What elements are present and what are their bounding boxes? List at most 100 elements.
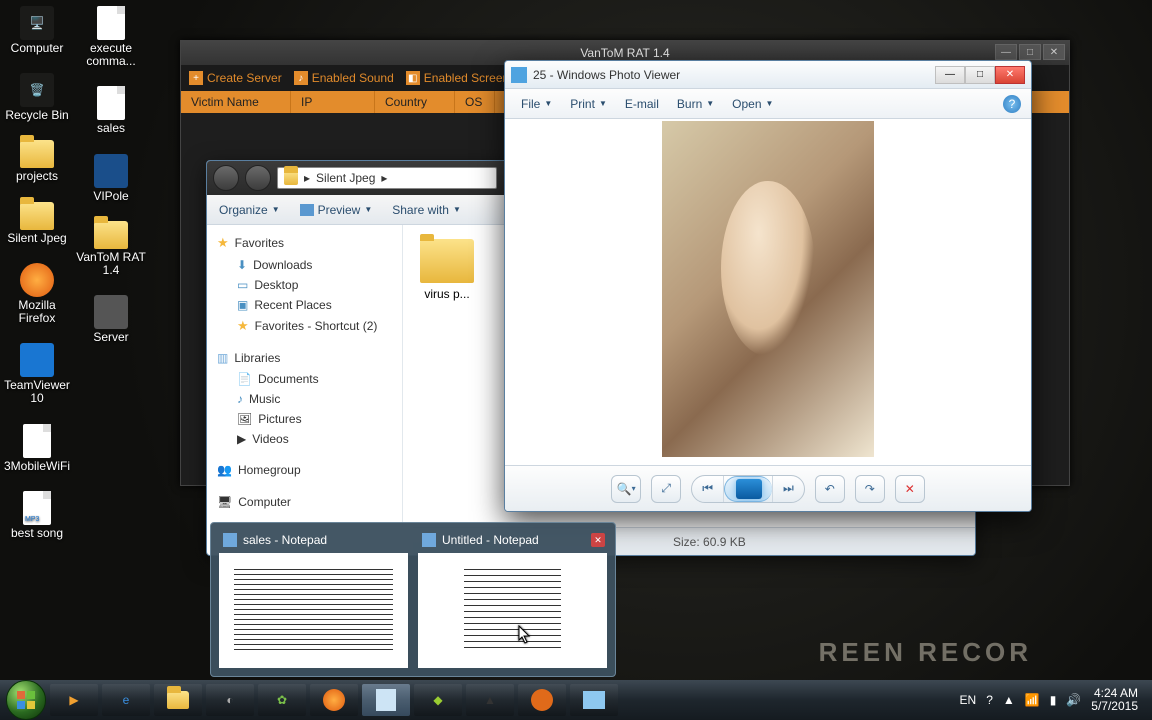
rat-title-text: VanToM RAT 1.4 <box>580 46 669 60</box>
file-item-virus[interactable]: virus p... <box>417 239 477 301</box>
actual-size-button[interactable]: ⤢ <box>651 475 681 503</box>
sidebar-item-videos[interactable]: ▶Videos <box>207 429 402 449</box>
maximize-button[interactable]: □ <box>965 66 995 84</box>
sidebar-item-documents[interactable]: 📄Documents <box>207 369 402 389</box>
sidebar-homegroup-header[interactable]: 👥Homegroup <box>207 459 402 481</box>
thumb-sales-notepad[interactable]: sales - Notepad <box>219 531 408 668</box>
taskbar[interactable]: ▶ e ◐ ✿ ◆ ▲ EN ? ▲ 📶 ▮ 🔊 4:24 AM5/7/2015 <box>0 680 1152 720</box>
flag-icon[interactable]: ▲ <box>1003 693 1015 707</box>
desktop-icon-recyclebin[interactable]: 🗑️Recycle Bin <box>2 73 72 122</box>
monitor-icon: 🖥 <box>217 495 232 509</box>
taskbar-app4[interactable]: ▲ <box>466 684 514 716</box>
taskbar-app5[interactable] <box>518 684 566 716</box>
taskbar-app3[interactable]: ◆ <box>414 684 462 716</box>
rat-col-ip[interactable]: IP <box>291 91 375 113</box>
nav-forward-button[interactable] <box>245 165 271 191</box>
sidebar-item-recent[interactable]: ▣Recent Places <box>207 295 402 315</box>
taskbar-notepad[interactable] <box>362 684 410 716</box>
rat-minimize-button[interactable]: — <box>995 44 1017 60</box>
slideshow-button[interactable] <box>724 476 773 502</box>
menu-burn[interactable]: Burn▼ <box>671 95 720 113</box>
desktop-icon-teamviewer[interactable]: TeamViewer 10 <box>2 343 72 405</box>
preview-menu[interactable]: Preview▼ <box>300 203 373 217</box>
explorer-sidebar[interactable]: ★Favorites ⬇Downloads ▭Desktop ▣Recent P… <box>207 225 403 527</box>
network-icon[interactable]: 📶 <box>1025 693 1040 707</box>
photo-titlebar[interactable]: 25 - Windows Photo Viewer — □ ✕ <box>505 61 1031 89</box>
desktop-icon-server[interactable]: Server <box>76 295 146 344</box>
file-icon <box>97 86 125 120</box>
system-tray[interactable]: EN ? ▲ 📶 ▮ 🔊 4:24 AM5/7/2015 <box>960 687 1146 713</box>
clock[interactable]: 4:24 AM5/7/2015 <box>1091 687 1138 713</box>
battery-icon[interactable]: ▮ <box>1050 693 1057 707</box>
taskbar-app1[interactable]: ◐ <box>206 684 254 716</box>
taskbar-app2[interactable]: ✿ <box>258 684 306 716</box>
thumb-untitled-notepad[interactable]: Untitled - Notepad✕ <box>418 531 607 668</box>
rat-col-country[interactable]: Country <box>375 91 455 113</box>
help-tray-icon[interactable]: ? <box>986 693 993 707</box>
menu-file[interactable]: File▼ <box>515 95 558 113</box>
menu-open[interactable]: Open▼ <box>726 95 779 113</box>
desktop-icon-vipole[interactable]: VIPole <box>76 154 146 203</box>
desktop-icon-3mobilewifi[interactable]: 3MobileWiFi <box>2 424 72 473</box>
sidebar-libraries-header[interactable]: ▥Libraries <box>207 347 402 369</box>
delete-button[interactable]: ✕ <box>895 475 925 503</box>
desktop-icon-execute[interactable]: execute comma... <box>76 6 146 68</box>
zoom-button[interactable]: 🔍▾ <box>611 475 641 503</box>
sidebar-computer-header[interactable]: 🖥Computer <box>207 491 402 513</box>
thumbnail-content <box>219 553 408 668</box>
nav-back-button[interactable] <box>213 165 239 191</box>
photo-canvas[interactable] <box>505 119 1031 465</box>
close-button[interactable]: ✕ <box>995 66 1025 84</box>
rat-create-server[interactable]: +Create Server <box>189 71 282 85</box>
breadcrumb[interactable]: ▸ Silent Jpeg ▸ <box>277 167 497 189</box>
rotate-cw-button[interactable]: ↷ <box>855 475 885 503</box>
sidebar-item-desktop[interactable]: ▭Desktop <box>207 275 402 295</box>
help-button[interactable]: ? <box>1003 95 1021 113</box>
close-icon[interactable]: ✕ <box>591 533 605 547</box>
rat-maximize-button[interactable]: □ <box>1019 44 1041 60</box>
menu-print[interactable]: Print▼ <box>564 95 613 113</box>
desktop-icon-sales[interactable]: sales <box>76 86 146 135</box>
minimize-button[interactable]: — <box>935 66 965 84</box>
desktop-icon-firefox[interactable]: Mozilla Firefox <box>2 263 72 325</box>
thumbnail-content <box>418 553 607 668</box>
taskbar-firefox[interactable] <box>310 684 358 716</box>
sidebar-item-pictures[interactable]: 🖼Pictures <box>207 409 402 429</box>
desktop-icon-silentjpeg[interactable]: Silent Jpeg <box>2 202 72 245</box>
star-icon: ★ <box>237 318 249 334</box>
folder-icon <box>420 239 474 283</box>
start-button[interactable] <box>6 680 46 720</box>
rat-close-button[interactable]: ✕ <box>1043 44 1065 60</box>
sidebar-item-favshortcut[interactable]: ★Favorites - Shortcut (2) <box>207 315 402 337</box>
desktop-icon-vantom[interactable]: VanToM RAT 1.4 <box>76 221 146 277</box>
volume-icon[interactable]: 🔊 <box>1066 693 1081 707</box>
taskbar-wmp[interactable]: ▶ <box>50 684 98 716</box>
lang-indicator[interactable]: EN <box>960 693 977 707</box>
notepad-icon <box>223 533 237 547</box>
menu-email[interactable]: E-mail <box>619 95 665 113</box>
next-button[interactable]: ⏭ <box>773 476 804 502</box>
taskbar-preview[interactable]: sales - Notepad Untitled - Notepad✕ <box>210 522 616 677</box>
circle-icon <box>531 689 553 711</box>
monitor-icon: 🖥️ <box>20 6 54 40</box>
app-icon <box>23 424 51 458</box>
sidebar-favorites-header[interactable]: ★Favorites <box>207 231 402 255</box>
photo-viewer-window[interactable]: 25 - Windows Photo Viewer — □ ✕ File▼ Pr… <box>504 60 1032 512</box>
taskbar-photoviewer[interactable] <box>570 684 618 716</box>
sidebar-item-music[interactable]: ♪Music <box>207 389 402 409</box>
taskbar-ie[interactable]: e <box>102 684 150 716</box>
desktop-icon-bestsong[interactable]: MP3best song <box>2 491 72 540</box>
watermark-text: REEN RECOR <box>819 637 1032 668</box>
prev-button[interactable]: ⏮ <box>692 476 724 502</box>
share-menu[interactable]: Share with▼ <box>392 203 461 217</box>
desktop-icon-computer[interactable]: 🖥️Computer <box>2 6 72 55</box>
organize-menu[interactable]: Organize▼ <box>219 203 280 217</box>
rotate-ccw-button[interactable]: ↶ <box>815 475 845 503</box>
folder-icon <box>284 171 298 185</box>
sidebar-item-downloads[interactable]: ⬇Downloads <box>207 255 402 275</box>
rat-col-victim[interactable]: Victim Name <box>181 91 291 113</box>
rat-col-os[interactable]: OS <box>455 91 495 113</box>
rat-enabled-sound[interactable]: ♪Enabled Sound <box>294 71 394 85</box>
desktop-icon-projects[interactable]: projects <box>2 140 72 183</box>
taskbar-explorer[interactable] <box>154 684 202 716</box>
